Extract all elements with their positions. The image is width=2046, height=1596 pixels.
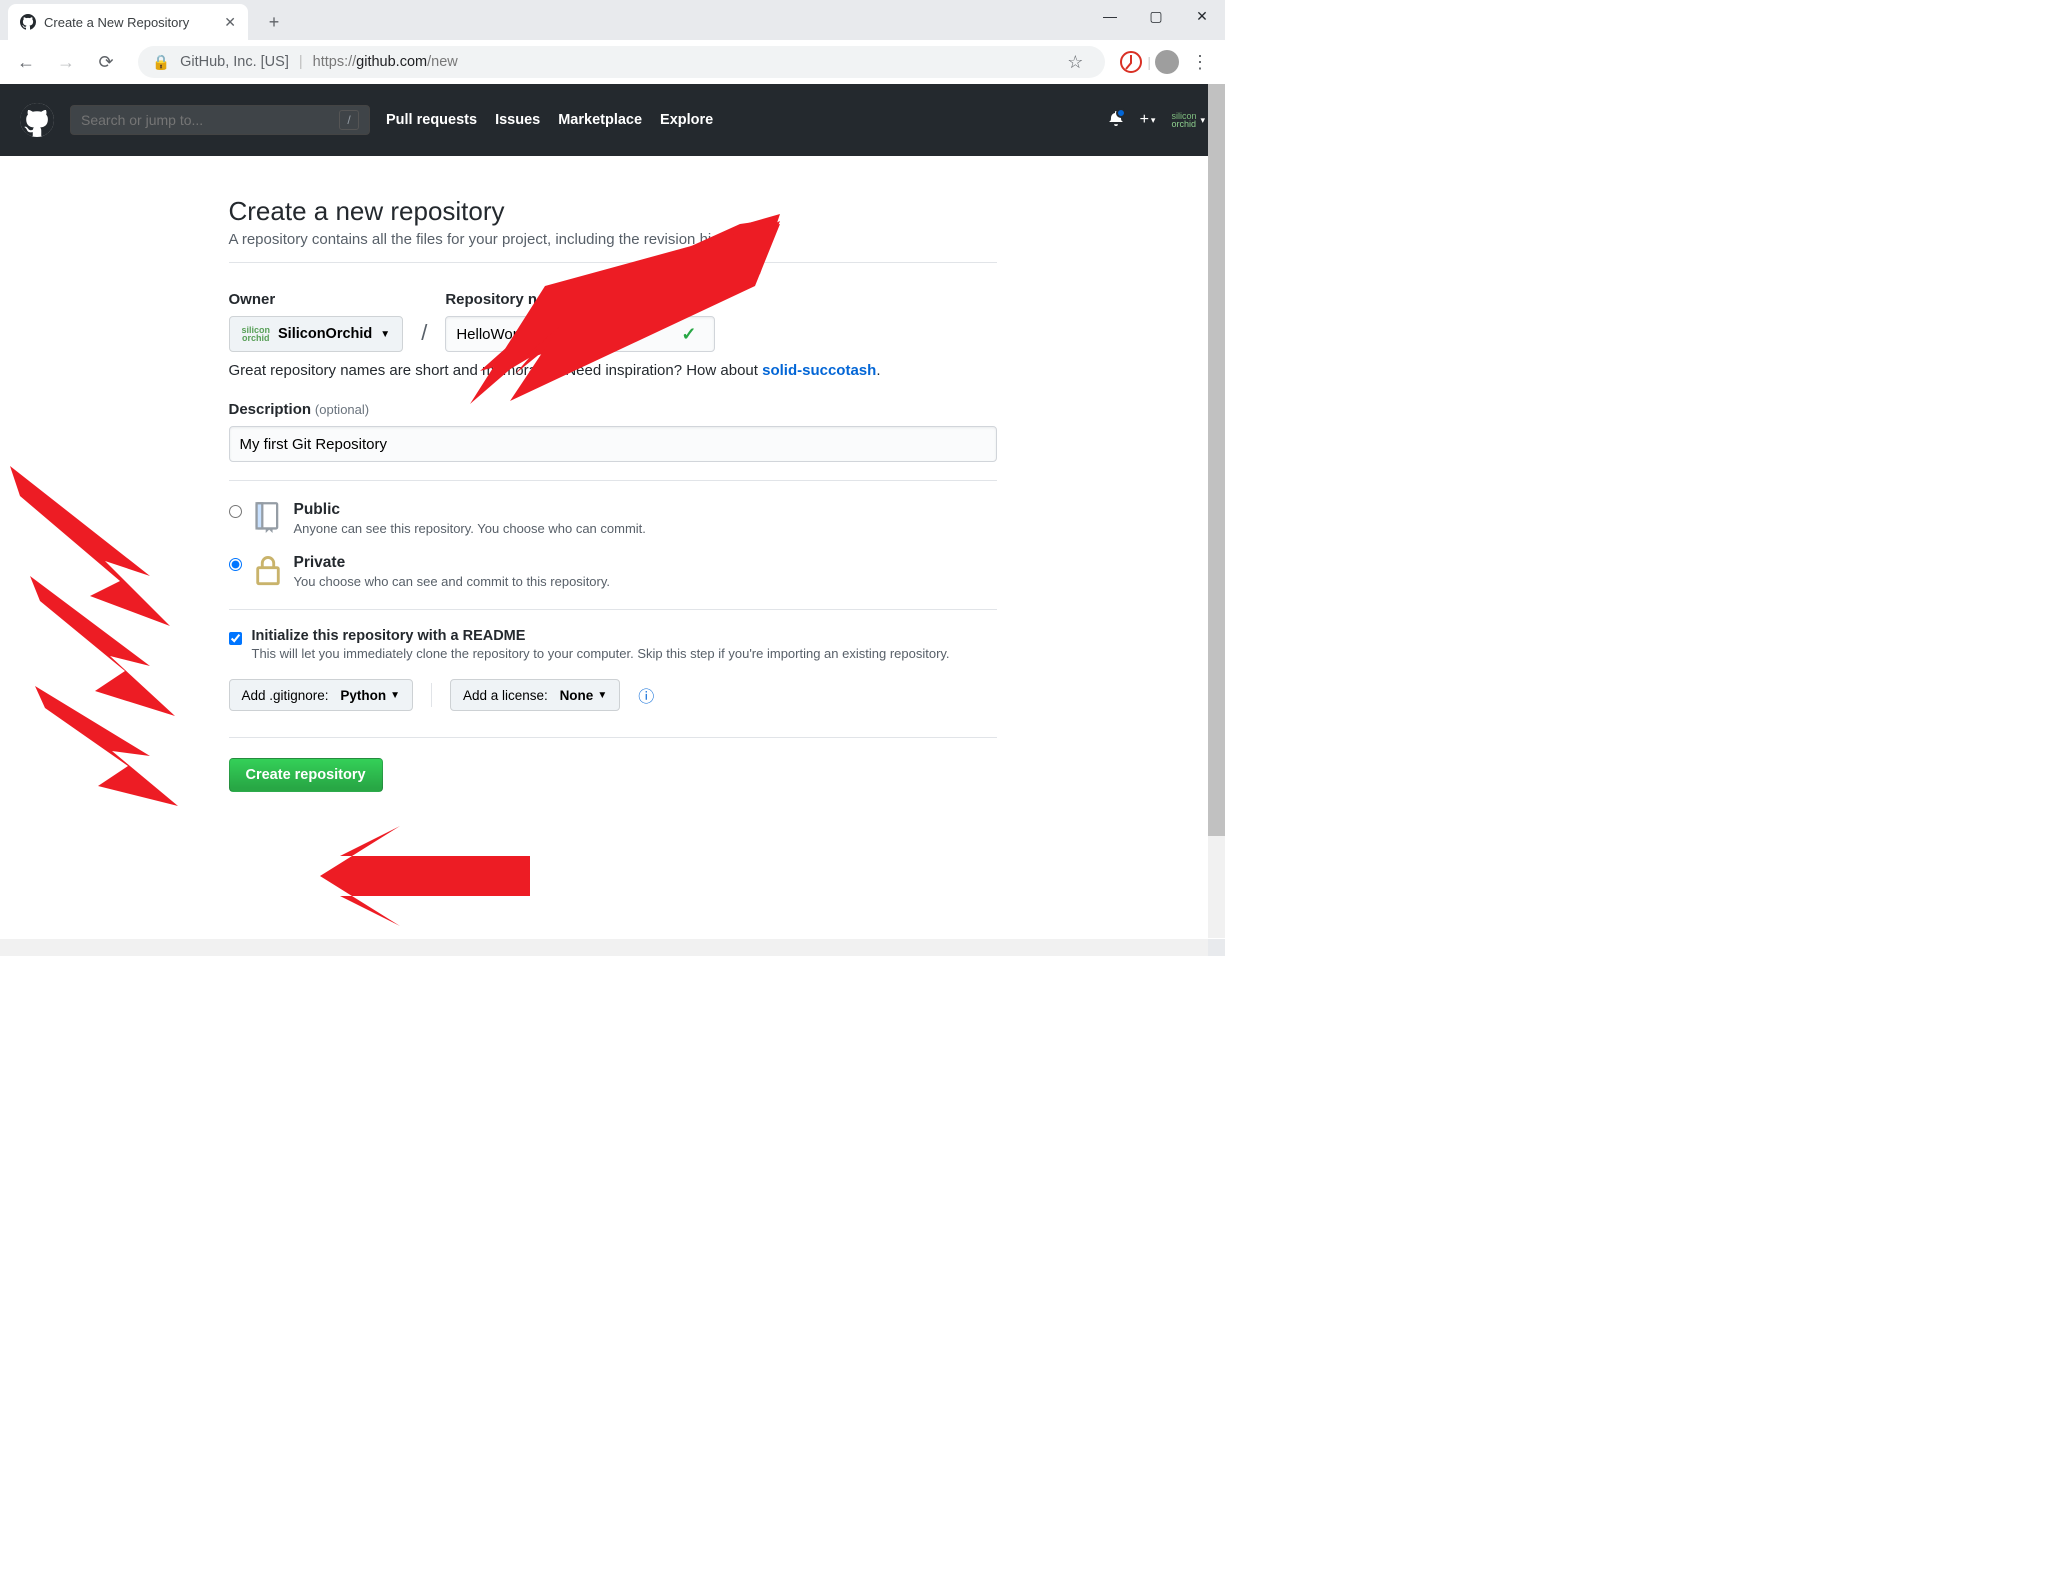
create-repository-button[interactable]: Create repository bbox=[229, 758, 383, 792]
repo-name-label: Repository name * bbox=[445, 291, 696, 308]
back-button[interactable]: ← bbox=[8, 44, 44, 80]
minimize-button[interactable]: — bbox=[1087, 0, 1133, 32]
close-window-button[interactable]: ✕ bbox=[1179, 0, 1225, 32]
address-bar[interactable]: 🔒 GitHub, Inc. [US] | https://github.com… bbox=[138, 46, 1105, 78]
notification-dot bbox=[1116, 108, 1126, 118]
notifications-bell-icon[interactable] bbox=[1108, 110, 1124, 131]
owner-value: SiliconOrchid bbox=[278, 326, 372, 342]
nav-pull-requests[interactable]: Pull requests bbox=[386, 112, 477, 128]
license-select-button[interactable]: Add a license: None ▼ bbox=[450, 679, 620, 711]
forward-button[interactable]: → bbox=[48, 44, 84, 80]
caret-down-icon: ▼ bbox=[597, 690, 607, 701]
search-input[interactable] bbox=[81, 112, 339, 128]
browser-toolbar: ← → ⟳ 🔒 GitHub, Inc. [US] | https://gith… bbox=[0, 40, 1225, 84]
public-title: Public bbox=[294, 501, 646, 519]
page-viewport: Create a new repository A repository con… bbox=[0, 156, 1225, 996]
readme-checkbox[interactable] bbox=[229, 632, 242, 645]
private-desc: You choose who can see and commit to thi… bbox=[294, 574, 611, 589]
github-header: / Pull requests Issues Marketplace Explo… bbox=[0, 84, 1225, 156]
close-tab-icon[interactable]: ✕ bbox=[224, 14, 236, 31]
nav-marketplace[interactable]: Marketplace bbox=[558, 112, 642, 128]
description-optional: (optional) bbox=[315, 402, 369, 417]
name-suggestion-link[interactable]: solid-succotash bbox=[762, 362, 876, 379]
public-desc: Anyone can see this repository. You choo… bbox=[294, 521, 646, 536]
divider bbox=[229, 262, 997, 263]
browser-tab-bar: Create a New Repository ✕ + bbox=[0, 0, 1225, 40]
repo-public-icon bbox=[254, 501, 282, 533]
readme-title: Initialize this repository with a README bbox=[252, 628, 950, 644]
info-icon[interactable]: ⓘ bbox=[638, 683, 654, 707]
search-box[interactable]: / bbox=[70, 105, 370, 135]
repo-name-input[interactable] bbox=[445, 316, 715, 352]
page-subhead: A repository contains all the files for … bbox=[229, 231, 997, 248]
owner-repo-separator: / bbox=[421, 320, 427, 346]
maximize-button[interactable]: ▢ bbox=[1133, 0, 1179, 32]
nav-explore[interactable]: Explore bbox=[660, 112, 713, 128]
url-path: /new bbox=[427, 54, 458, 70]
tab-title: Create a New Repository bbox=[44, 15, 216, 30]
url-domain: github.com bbox=[356, 54, 427, 70]
owner-select-button[interactable]: siliconorchid SiliconOrchid ▼ bbox=[229, 316, 404, 352]
url-scheme: https:// bbox=[313, 54, 357, 70]
github-favicon-icon bbox=[20, 14, 36, 30]
profile-avatar-icon[interactable] bbox=[1155, 50, 1179, 74]
description-label: Description bbox=[229, 401, 312, 418]
private-title: Private bbox=[294, 554, 611, 572]
browser-tab[interactable]: Create a New Repository ✕ bbox=[8, 4, 248, 40]
primary-nav: Pull requests Issues Marketplace Explore bbox=[386, 112, 713, 128]
gitignore-select-button[interactable]: Add .gitignore: Python ▼ bbox=[229, 679, 413, 711]
private-radio[interactable] bbox=[229, 558, 242, 571]
description-input[interactable] bbox=[229, 426, 997, 462]
bookmark-star-icon[interactable]: ☆ bbox=[1059, 46, 1091, 78]
public-radio[interactable] bbox=[229, 505, 242, 518]
browser-menu-button[interactable]: ⋮ bbox=[1183, 52, 1217, 73]
owner-label: Owner bbox=[229, 291, 404, 308]
lock-icon bbox=[254, 554, 282, 586]
name-hint: Great repository names are short and mem… bbox=[229, 362, 997, 379]
extension-icon[interactable] bbox=[1119, 50, 1143, 74]
reload-button[interactable]: ⟳ bbox=[88, 44, 124, 80]
horizontal-scrollbar[interactable] bbox=[0, 939, 1208, 956]
window-controls: — ▢ ✕ bbox=[1087, 0, 1225, 32]
address-separator: | bbox=[299, 54, 303, 70]
caret-down-icon: ▼ bbox=[380, 329, 390, 340]
secure-org: GitHub, Inc. [US] bbox=[180, 54, 289, 70]
lock-icon: 🔒 bbox=[152, 54, 170, 71]
vertical-scrollbar[interactable] bbox=[1208, 84, 1225, 938]
create-menu-button[interactable]: +▾ bbox=[1140, 111, 1156, 129]
user-menu-button[interactable]: siliconorchid ▾ bbox=[1171, 112, 1205, 128]
readme-desc: This will let you immediately clone the … bbox=[252, 646, 950, 661]
user-avatar-icon: siliconorchid bbox=[1171, 112, 1196, 128]
new-tab-button[interactable]: + bbox=[260, 8, 288, 36]
check-valid-icon: ✓ bbox=[681, 324, 696, 345]
dropdown-separator bbox=[431, 683, 432, 707]
caret-down-icon: ▼ bbox=[390, 690, 400, 701]
owner-avatar-icon: siliconorchid bbox=[242, 326, 271, 342]
nav-issues[interactable]: Issues bbox=[495, 112, 540, 128]
page-title: Create a new repository bbox=[229, 196, 997, 227]
slash-shortcut-icon: / bbox=[339, 110, 359, 130]
github-logo-icon[interactable] bbox=[20, 103, 54, 137]
